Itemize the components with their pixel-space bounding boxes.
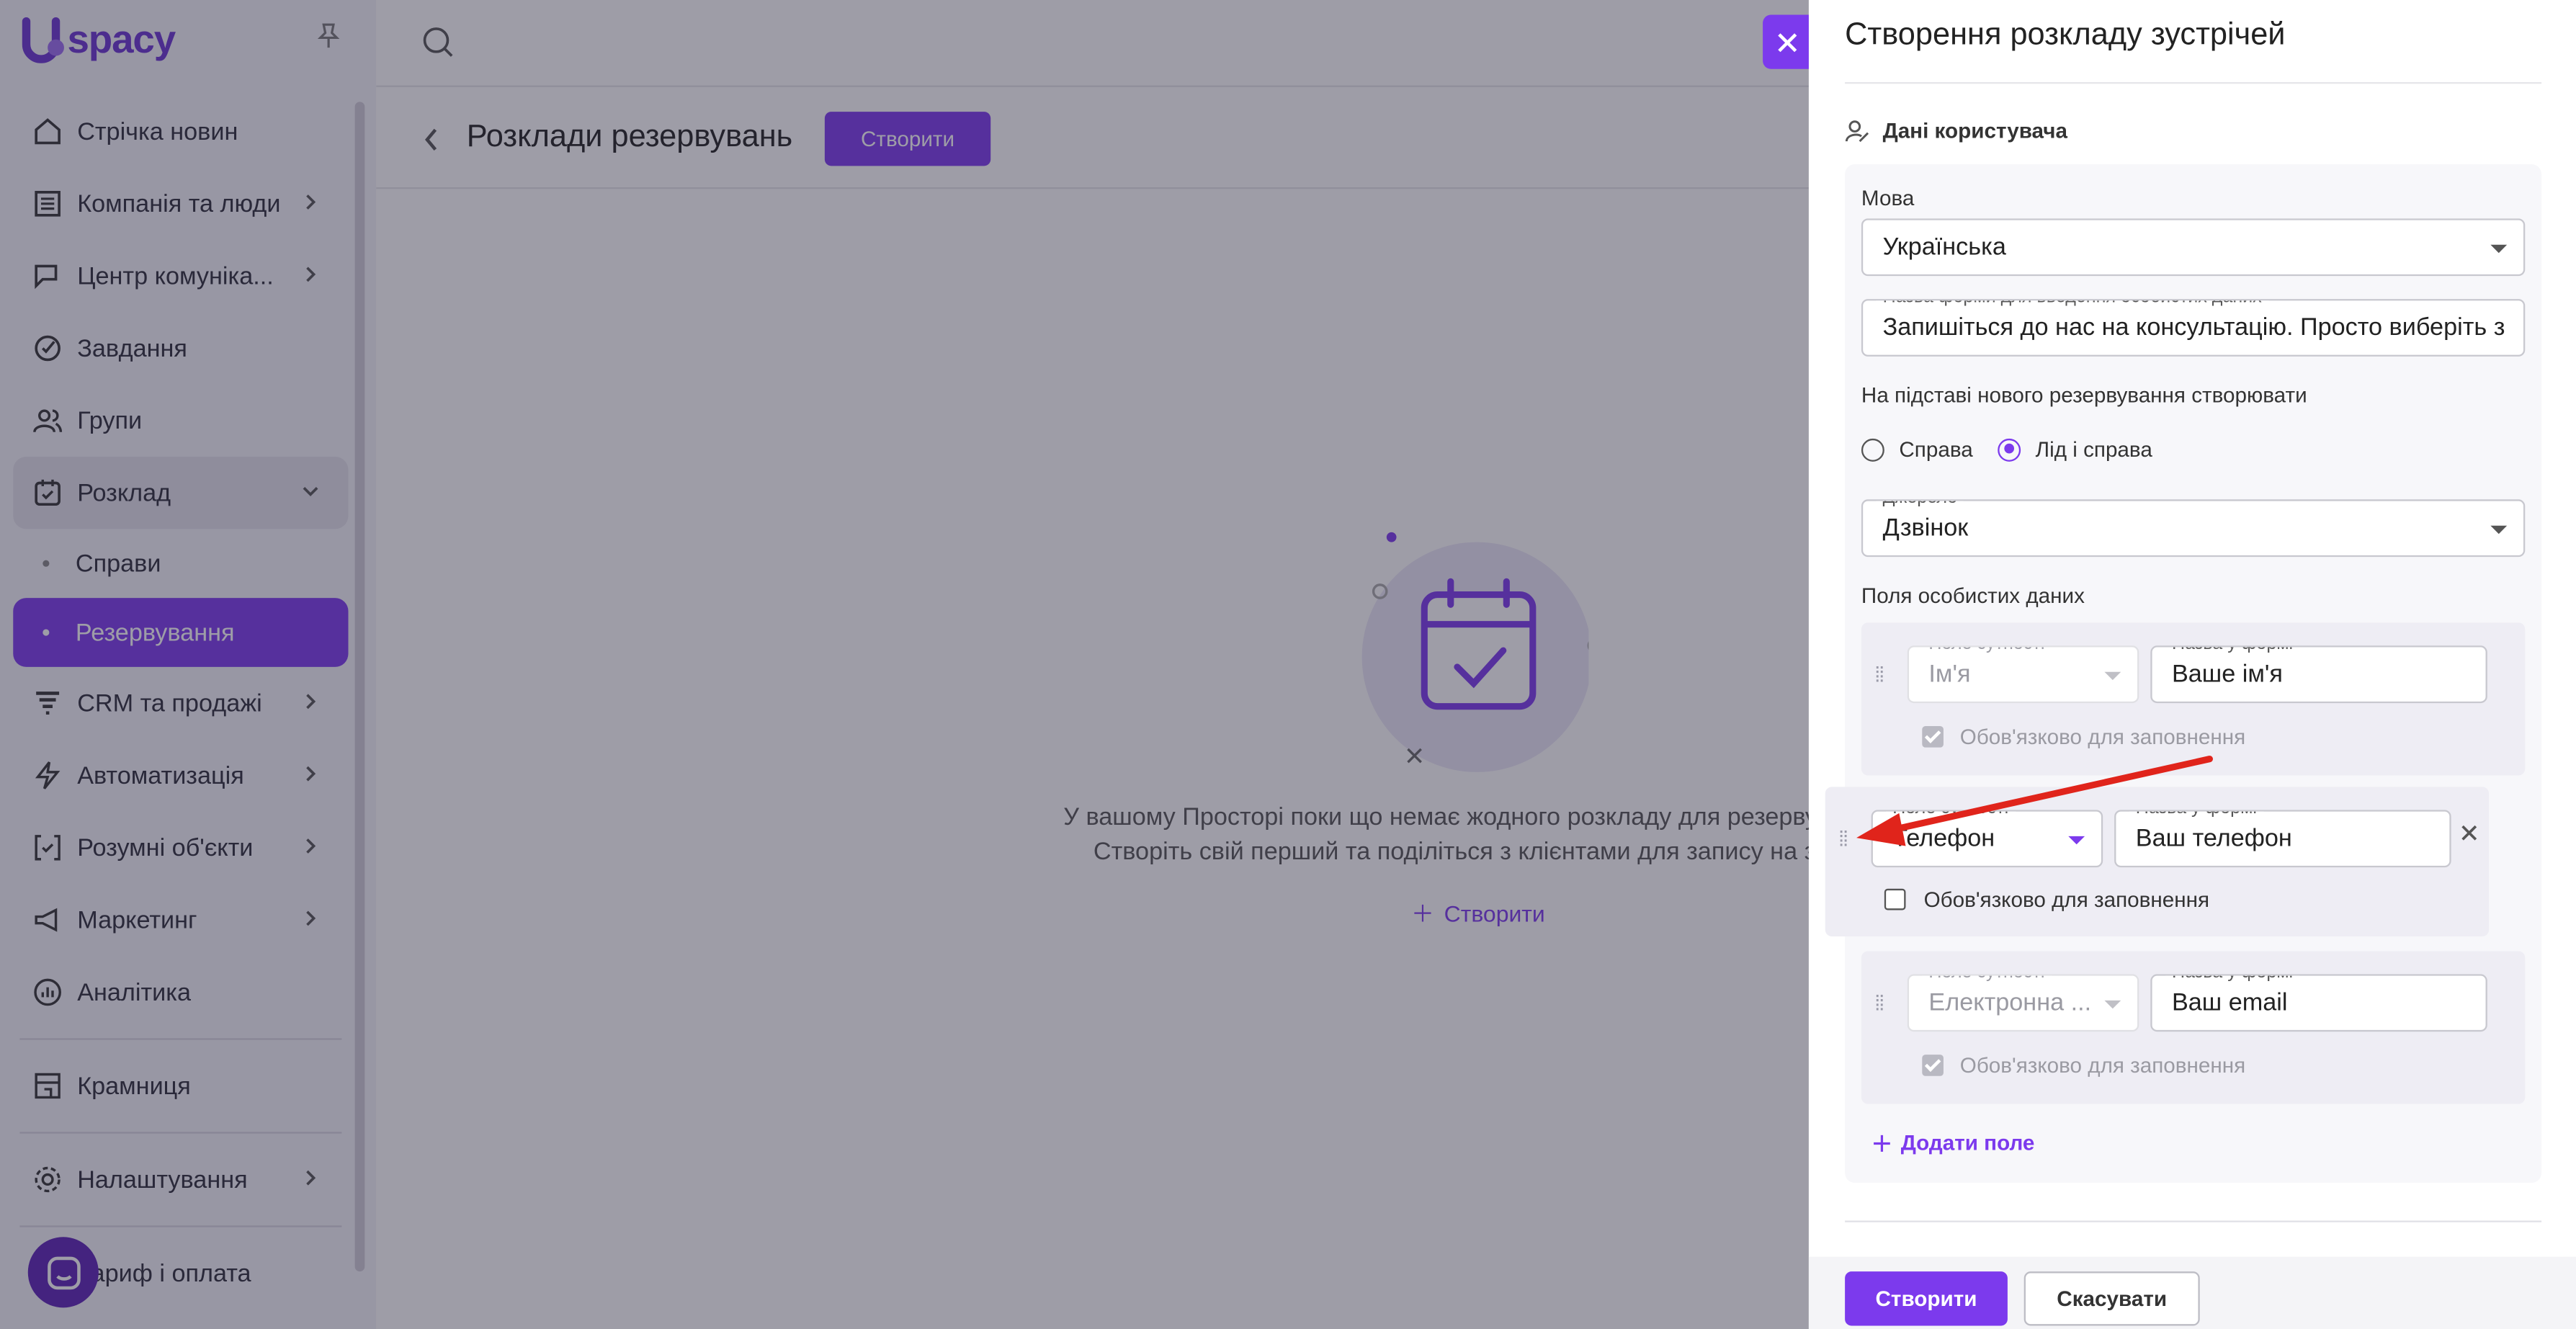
caret-down-icon bbox=[2490, 244, 2508, 254]
required-label: Обов'язково для заповнення bbox=[1959, 724, 2246, 749]
entity-field-label: Поле сутності bbox=[1886, 811, 2016, 820]
source-label: Джерело bbox=[1876, 501, 1964, 509]
language-select[interactable]: Українська bbox=[1861, 218, 2526, 277]
radio-label: Справа bbox=[1899, 437, 1973, 462]
language-value: Українська bbox=[1882, 233, 2006, 261]
plus-icon: ＋ bbox=[1871, 1132, 1893, 1157]
personal-field-row-dragging: ⁞⁞ Поле сутності Телефон Назва у формі В… bbox=[1825, 787, 2490, 936]
personal-field-row: ⁞⁞ Поле сутності Електронна ... Назва у … bbox=[1861, 951, 2526, 1104]
form-label-title: Назва у формі bbox=[2165, 975, 2300, 985]
form-label-value: Ваше ім'я bbox=[2171, 660, 2283, 689]
form-label-value: Ваш email bbox=[2171, 988, 2288, 1017]
modal-overlay[interactable] bbox=[0, 0, 1809, 1329]
entity-field-value: Телефон bbox=[1892, 824, 1995, 853]
add-field-label: Додати поле bbox=[1900, 1130, 2035, 1155]
radio-button[interactable] bbox=[1861, 437, 1884, 461]
close-panel-button[interactable] bbox=[1763, 14, 1811, 69]
add-field-button[interactable]: ＋ Додати поле bbox=[1871, 1127, 2035, 1158]
divider bbox=[1845, 82, 2542, 84]
panel-header: Створення розкладу зустрічей bbox=[1809, 0, 2576, 76]
form-name-input[interactable]: Назва форми для введення особистих даних… bbox=[1861, 299, 2526, 357]
entity-field-value: Ім'я bbox=[1928, 660, 1971, 689]
caret-down-icon bbox=[2104, 671, 2121, 681]
remove-field-icon[interactable] bbox=[2459, 821, 2479, 849]
caret-down-icon bbox=[2490, 525, 2508, 534]
source-value: Дзвінок bbox=[1882, 514, 1969, 542]
required-label: Обов'язково для заповнення bbox=[1923, 887, 2210, 912]
required-checkbox[interactable] bbox=[1884, 888, 1906, 910]
form-label-title: Назва у формі bbox=[2165, 647, 2300, 655]
entity-field-select: Поле сутності Електронна ... bbox=[1907, 974, 2139, 1032]
create-basis-label: На підставі нового резервування створюва… bbox=[1861, 382, 2307, 408]
user-data-card: Мова Українська Назва форми для введення… bbox=[1825, 164, 2542, 1183]
personal-fields-label: Поля особистих даних bbox=[1861, 583, 2085, 608]
entity-field-value: Електронна ... bbox=[1928, 988, 2092, 1017]
entity-field-label: Поле сутності bbox=[1922, 975, 2052, 985]
divider bbox=[1845, 1220, 2542, 1222]
section-title: Дані користувача bbox=[1882, 118, 2067, 143]
drag-handle-icon[interactable]: ⁞⁞ bbox=[1874, 662, 1884, 686]
form-label-input[interactable]: Назва у формі Ваш телефон bbox=[2114, 810, 2451, 868]
radio-lead-and-deal[interactable]: Лід і справа bbox=[1998, 437, 2152, 462]
panel-title: Створення розкладу зустрічей bbox=[1845, 18, 2286, 53]
required-checkbox bbox=[1922, 1055, 1944, 1076]
caret-down-icon bbox=[2104, 1000, 2121, 1009]
required-checkbox bbox=[1922, 726, 1944, 748]
form-label-value: Ваш телефон bbox=[2135, 824, 2292, 853]
form-label-title: Назва у формі bbox=[2129, 811, 2264, 820]
close-icon bbox=[1777, 32, 1797, 52]
radio-label: Лід і справа bbox=[2035, 437, 2152, 462]
language-label: Мова bbox=[1861, 185, 1915, 210]
section-header: Дані користувача bbox=[1845, 118, 2067, 143]
drag-handle-icon[interactable]: ⁞⁞ bbox=[1874, 990, 1884, 1015]
user-edit-icon bbox=[1845, 120, 1869, 143]
entity-field-select[interactable]: Поле сутності Телефон bbox=[1871, 810, 2103, 868]
form-name-value: Запишіться до нас на консультацію. Прост… bbox=[1882, 313, 2505, 342]
form-label-input[interactable]: Назва у формі Ваше ім'я bbox=[2150, 645, 2487, 704]
source-select[interactable]: Джерело Дзвінок bbox=[1861, 499, 2526, 558]
required-label: Обов'язково для заповнення bbox=[1959, 1052, 2246, 1078]
radio-button-selected[interactable] bbox=[1998, 437, 2021, 461]
cancel-button[interactable]: Скасувати bbox=[2023, 1271, 2200, 1326]
submit-create-button[interactable]: Створити bbox=[1845, 1271, 2008, 1326]
entity-field-label: Поле сутності bbox=[1922, 647, 2052, 655]
create-schedule-panel: Створення розкладу зустрічей Дані корист… bbox=[1808, 0, 2576, 1329]
drag-handle-icon[interactable]: ⁞⁞ bbox=[1838, 826, 1848, 851]
form-label-input[interactable]: Назва у формі Ваш email bbox=[2150, 974, 2487, 1032]
form-name-label: Назва форми для введення особистих даних bbox=[1876, 300, 2268, 309]
personal-field-row: ⁞⁞ Поле сутності Ім'я Назва у формі Ваше… bbox=[1861, 622, 2526, 776]
caret-down-icon bbox=[2068, 836, 2085, 845]
radio-deal[interactable]: Справа bbox=[1861, 437, 1973, 462]
entity-field-select: Поле сутності Ім'я bbox=[1907, 645, 2139, 704]
panel-footer: Створити Скасувати bbox=[1808, 1256, 2576, 1329]
